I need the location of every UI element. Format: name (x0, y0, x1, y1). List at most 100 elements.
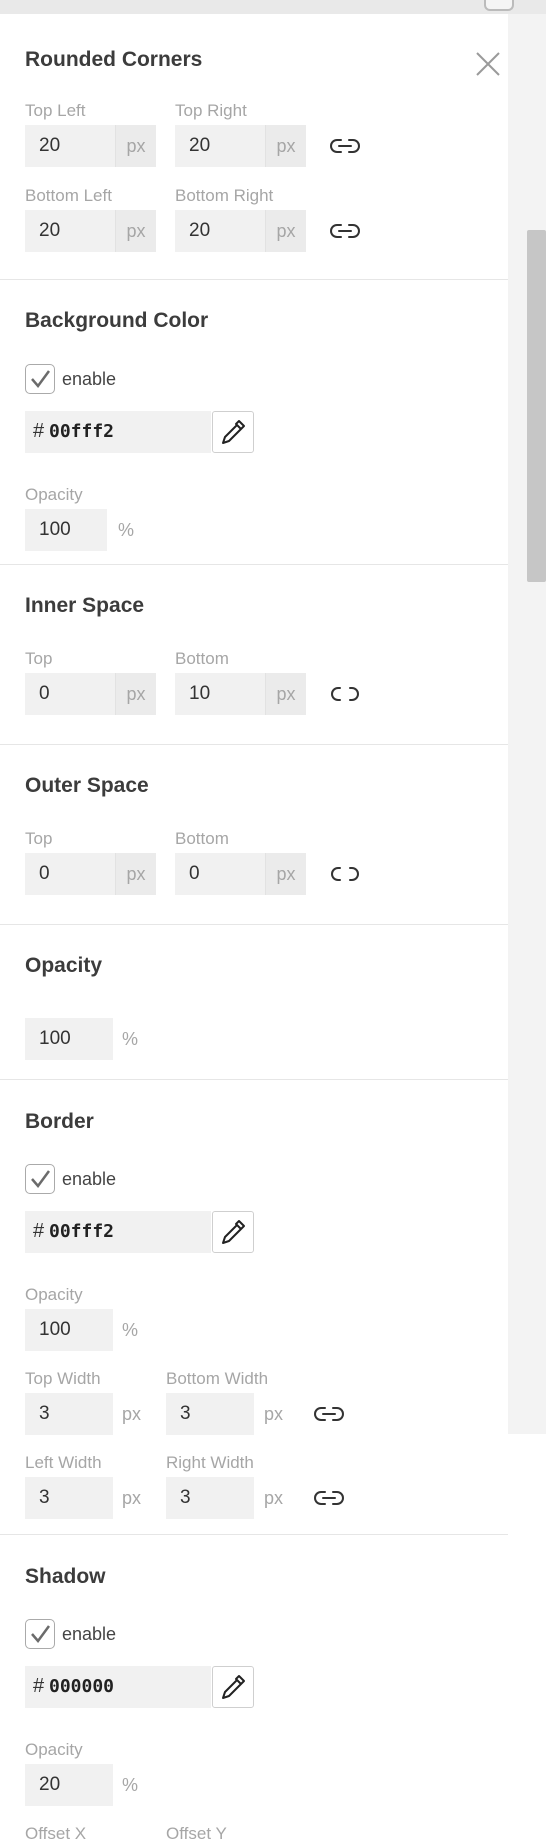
right-width-value: 3 (180, 1487, 191, 1508)
opacity-section: Opacity 100 % (0, 924, 508, 1080)
outer-top-input[interactable]: 0 px (25, 853, 156, 895)
top-label: Top (25, 829, 53, 848)
outer-bottom-input[interactable]: 0 px (175, 853, 306, 895)
top-right-value: 20 (189, 135, 211, 156)
bottom-right-value: 20 (189, 220, 211, 241)
opacity-value: 100 (39, 1319, 71, 1340)
enable-label: enable (62, 1624, 117, 1644)
background-enable-checkbox[interactable] (25, 364, 55, 394)
color-hex-value: 00fff2 (49, 1221, 115, 1242)
top-width-input[interactable]: 3 (25, 1393, 113, 1435)
eyedropper-icon (222, 420, 245, 444)
px-label: px (122, 1488, 142, 1508)
top-bar (0, 0, 546, 14)
border-section: Border enable # 00fff2 Opacity 100 % Top… (0, 1079, 508, 1535)
link-icon[interactable] (330, 221, 360, 241)
top-value: 0 (39, 683, 50, 704)
border-enable-checkbox[interactable] (25, 1164, 55, 1194)
opacity-input[interactable]: 100 (25, 1018, 113, 1060)
border-opacity-input[interactable]: 100 (25, 1309, 113, 1351)
offset-y-label: Offset Y (166, 1824, 227, 1843)
section-title: Outer Space (25, 774, 149, 797)
background-color-section: Background Color enable # 00fff2 Opacity… (0, 279, 508, 565)
bottom-right-input[interactable]: 20 px (175, 210, 306, 252)
scrollbar-thumb[interactable] (527, 230, 546, 582)
scrollbar-track[interactable] (508, 14, 546, 1434)
unit-label: px (115, 210, 156, 252)
bottom-left-value: 20 (39, 220, 61, 241)
unit-label: px (265, 853, 306, 895)
left-width-input[interactable]: 3 (25, 1477, 113, 1519)
percent-label: % (122, 1775, 139, 1795)
color-hex-value: 000000 (49, 1676, 115, 1697)
shadow-enable-checkbox[interactable] (25, 1619, 55, 1649)
hash-sign: # (33, 1675, 45, 1697)
top-right-input[interactable]: 20 px (175, 125, 306, 167)
opacity-value: 20 (39, 1774, 61, 1795)
hash-sign: # (33, 420, 45, 442)
hash-sign: # (33, 1220, 45, 1242)
section-title: Background Color (25, 309, 209, 332)
unit-label: px (265, 210, 306, 252)
bottom-label: Bottom (175, 649, 229, 668)
offset-x-label: Offset X (25, 1824, 87, 1843)
shadow-section: Shadow enable # 000000 Opacity 20 % Offs… (0, 1534, 508, 1843)
border-color-input[interactable]: # 00fff2 (25, 1211, 211, 1253)
unit-label: px (115, 125, 156, 167)
checkmark-icon (31, 1625, 51, 1644)
section-title: Inner Space (25, 594, 145, 617)
inner-top-input[interactable]: 0 px (25, 673, 156, 715)
link-icon[interactable] (314, 1488, 344, 1508)
right-width-label: Right Width (166, 1453, 254, 1472)
unit-label: px (115, 853, 156, 895)
bottom-width-label: Bottom Width (166, 1369, 269, 1388)
eyedropper-icon (222, 1675, 245, 1699)
bottom-label: Bottom (175, 829, 229, 848)
enable-label: enable (62, 369, 117, 389)
link-icon[interactable] (314, 1404, 344, 1424)
opacity-value: 100 (39, 519, 71, 540)
top-left-input[interactable]: 20 px (25, 125, 156, 167)
inner-space-section: Inner Space Top 0 px Bottom 10 px (0, 564, 508, 745)
top-left-label: Top Left (25, 101, 86, 120)
section-title: Opacity (25, 954, 103, 977)
unit-label: px (265, 125, 306, 167)
inner-bottom-input[interactable]: 10 px (175, 673, 306, 715)
percent-label: % (122, 1029, 139, 1049)
background-color-input[interactable]: # 00fff2 (25, 411, 211, 453)
bottom-right-label: Bottom Right (175, 186, 274, 205)
opacity-label: Opacity (25, 485, 83, 504)
outer-space-section: Outer Space Top 0 px Bottom 0 px (0, 744, 508, 925)
top-value: 0 (39, 863, 50, 884)
bottom-left-input[interactable]: 20 px (25, 210, 156, 252)
background-opacity-input[interactable]: 100 (25, 509, 107, 551)
link-icon[interactable] (330, 136, 360, 156)
top-width-value: 3 (39, 1403, 50, 1424)
left-width-value: 3 (39, 1487, 50, 1508)
color-picker-button[interactable] (212, 1211, 254, 1253)
top-width-label: Top Width (25, 1369, 101, 1388)
top-left-value: 20 (39, 135, 61, 156)
shadow-opacity-input[interactable]: 20 (25, 1764, 113, 1806)
bottom-value: 10 (189, 683, 211, 704)
top-right-label: Top Right (175, 101, 247, 120)
opacity-value: 100 (39, 1028, 71, 1049)
opacity-label: Opacity (25, 1740, 83, 1759)
right-width-input[interactable]: 3 (166, 1477, 254, 1519)
unlink-icon[interactable] (330, 684, 360, 704)
color-picker-button[interactable] (212, 1666, 254, 1708)
percent-label: % (118, 520, 135, 540)
section-title: Border (25, 1110, 94, 1133)
rounded-corners-section: Rounded Corners Top Left 20 px Top Right… (0, 14, 508, 280)
percent-label: % (122, 1320, 139, 1340)
unlink-icon[interactable] (330, 864, 360, 884)
bottom-width-value: 3 (180, 1403, 191, 1424)
section-title: Rounded Corners (25, 48, 203, 71)
px-label: px (264, 1404, 284, 1424)
eyedropper-icon (222, 1220, 245, 1244)
bottom-width-input[interactable]: 3 (166, 1393, 254, 1435)
shadow-color-input[interactable]: # 000000 (25, 1666, 211, 1708)
color-hex-value: 00fff2 (49, 421, 115, 442)
color-picker-button[interactable] (212, 411, 254, 453)
unit-label: px (265, 673, 306, 715)
